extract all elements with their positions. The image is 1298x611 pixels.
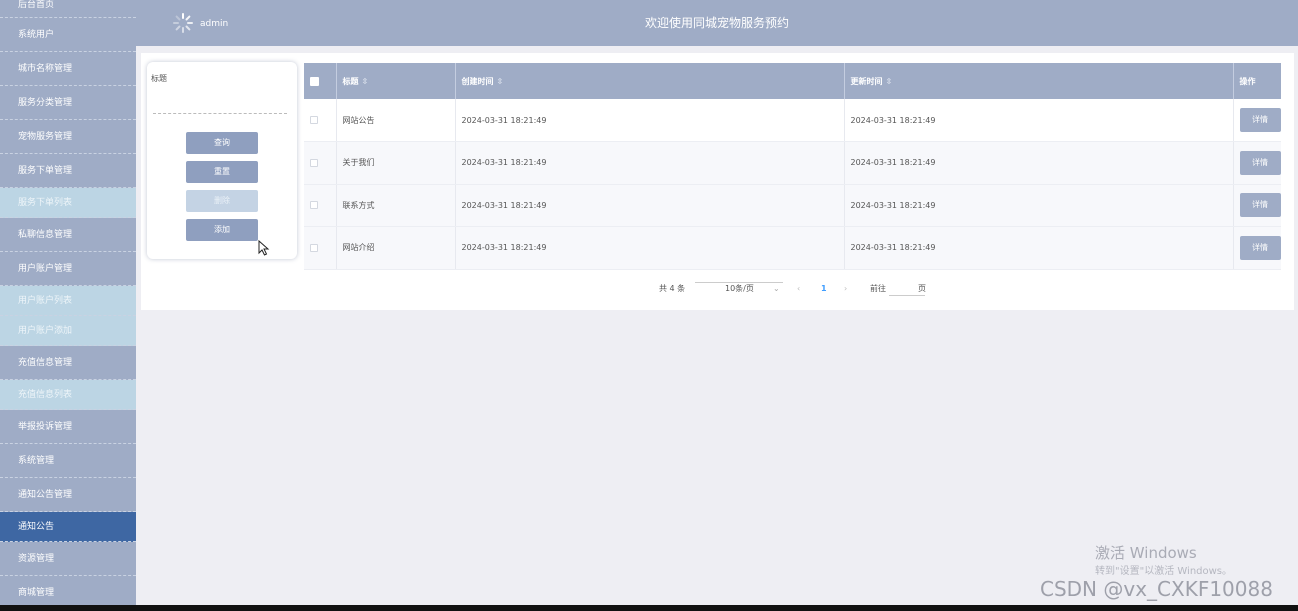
- cell-updated: 2024-03-31 18:21:49: [844, 184, 1234, 227]
- page-title: 欢迎使用同城宠物服务预约: [644, 16, 789, 30]
- sidebar-item-pet-services[interactable]: 宠物服务管理: [0, 120, 136, 154]
- header-created[interactable]: 创建时间 ⇳: [455, 63, 845, 99]
- sidebar-item-user-accounts[interactable]: 用户账户管理: [0, 252, 136, 286]
- sidebar-item-notice[interactable]: 通知公告: [0, 512, 136, 542]
- next-page-icon[interactable]: ›: [844, 282, 847, 296]
- select-all-header: [304, 63, 337, 99]
- notice-table: 标题 ⇳ 创建时间 ⇳ 更新时间 ⇳ 操作 网站公告 2024-03-31 18:21…: [304, 63, 1281, 270]
- sidebar-item-service-categories[interactable]: 服务分类管理: [0, 86, 136, 120]
- cell-title: 网站介绍: [336, 226, 456, 270]
- detail-button[interactable]: 详情: [1239, 150, 1281, 175]
- header-title[interactable]: 标题 ⇳: [336, 63, 456, 99]
- row-checkbox-cell: [304, 226, 337, 270]
- sort-icon[interactable]: ⇳: [497, 77, 504, 86]
- sidebar: 后台首页 系统用户 城市名称管理 服务分类管理 宠物服务管理 服务下单管理 服务…: [0, 0, 136, 605]
- row-checkbox[interactable]: [310, 243, 318, 252]
- table-row: 网站介绍 2024-03-31 18:21:49 2024-03-31 18:2…: [304, 226, 1281, 270]
- table-row: 网站公告 2024-03-31 18:21:49 2024-03-31 18:2…: [304, 99, 1281, 142]
- cell-created: 2024-03-31 18:21:49: [455, 141, 845, 185]
- search-card: 标题 查询 重置 删除 添加: [147, 62, 297, 259]
- row-checkbox[interactable]: [310, 201, 318, 210]
- cell-title: 关于我们: [336, 141, 456, 185]
- bottom-bar: [0, 605, 1298, 611]
- cell-created: 2024-03-31 18:21:49: [455, 99, 845, 142]
- sidebar-item-resources[interactable]: 资源管理: [0, 542, 136, 576]
- mouse-cursor-icon: [258, 240, 270, 256]
- detail-button[interactable]: 详情: [1239, 108, 1281, 132]
- row-checkbox[interactable]: [310, 158, 318, 167]
- row-checkbox-cell: [304, 141, 337, 185]
- sidebar-item-city-names[interactable]: 城市名称管理: [0, 52, 136, 86]
- sidebar-item-private-messages[interactable]: 私聊信息管理: [0, 218, 136, 252]
- cell-action: 详情: [1233, 141, 1281, 185]
- goto-suffix: 页: [918, 284, 926, 293]
- sidebar-item-system[interactable]: 系统管理: [0, 444, 136, 478]
- cell-action: 详情: [1233, 184, 1281, 227]
- cell-action: 详情: [1233, 226, 1281, 270]
- query-button[interactable]: 查询: [186, 132, 258, 154]
- sidebar-item-recharge-list[interactable]: 充值信息列表: [0, 380, 136, 410]
- pagination-total: 共 4 条: [659, 284, 686, 293]
- row-checkbox[interactable]: [310, 116, 318, 124]
- sidebar-item-service-order-list[interactable]: 服务下单列表: [0, 188, 136, 218]
- windows-activation-title: 激活 Windows: [1095, 544, 1197, 562]
- main-panel: 标题 查询 重置 删除 添加 标题 ⇳ 创建时间 ⇳ 更新时间 ⇳ 操作 网站公告 2…: [141, 53, 1294, 310]
- cell-updated: 2024-03-31 18:21:49: [844, 226, 1234, 270]
- sidebar-item-service-orders[interactable]: 服务下单管理: [0, 154, 136, 188]
- cell-created: 2024-03-31 18:21:49: [455, 226, 845, 270]
- header-action: 操作: [1233, 63, 1281, 99]
- sidebar-item-mall[interactable]: 商城管理: [0, 576, 136, 605]
- cell-title: 联系方式: [336, 184, 456, 227]
- detail-button[interactable]: 详情: [1239, 193, 1281, 218]
- sidebar-item-system-users[interactable]: 系统用户: [0, 18, 136, 52]
- table-header-row: 标题 ⇳ 创建时间 ⇳ 更新时间 ⇳ 操作: [304, 63, 1281, 99]
- goto-prefix: 前往: [870, 284, 886, 293]
- chevron-down-icon: ⌄: [773, 284, 780, 293]
- csdn-watermark: CSDN @vx_CXKF10088: [1040, 577, 1273, 601]
- header-updated[interactable]: 更新时间 ⇳: [844, 63, 1234, 99]
- detail-button[interactable]: 详情: [1239, 235, 1281, 260]
- reset-button[interactable]: 重置: [186, 161, 258, 183]
- cell-updated: 2024-03-31 18:21:49: [844, 99, 1234, 142]
- title-search-input[interactable]: [153, 92, 287, 114]
- prev-page-icon[interactable]: ‹: [797, 282, 800, 296]
- windows-activation-hint: 转到"设置"以激活 Windows。: [1095, 566, 1233, 577]
- row-checkbox-cell: [304, 184, 337, 227]
- sidebar-item-user-account-add[interactable]: 用户账户添加: [0, 316, 136, 346]
- sidebar-item-recharge[interactable]: 充值信息管理: [0, 346, 136, 380]
- cell-updated: 2024-03-31 18:21:49: [844, 141, 1234, 185]
- sort-icon[interactable]: ⇳: [886, 77, 893, 86]
- table-row: 联系方式 2024-03-31 18:21:49 2024-03-31 18:2…: [304, 184, 1281, 227]
- sidebar-item-notice-management[interactable]: 通知公告管理: [0, 478, 136, 512]
- row-checkbox-cell: [304, 99, 337, 142]
- sidebar-item-user-account-list[interactable]: 用户账户列表: [0, 286, 136, 316]
- delete-button[interactable]: 删除: [186, 190, 258, 212]
- select-all-checkbox[interactable]: [310, 76, 319, 86]
- add-button[interactable]: 添加: [186, 219, 258, 241]
- sidebar-item-home[interactable]: 后台首页: [0, 0, 136, 18]
- cell-action: 详情: [1233, 99, 1281, 142]
- page-number-current[interactable]: 1: [821, 282, 827, 296]
- page-size-value: 10条/页: [725, 284, 754, 293]
- search-label: 标题: [151, 74, 167, 83]
- sort-icon[interactable]: ⇳: [362, 77, 369, 86]
- table-row: 关于我们 2024-03-31 18:21:49 2024-03-31 18:2…: [304, 141, 1281, 185]
- sidebar-item-complaints[interactable]: 举报投诉管理: [0, 410, 136, 444]
- header: admin 欢迎使用同城宠物服务预约: [136, 0, 1298, 46]
- cell-title: 网站公告: [336, 99, 456, 142]
- page-size-select[interactable]: 10条/页 ⌄: [695, 282, 783, 293]
- cell-created: 2024-03-31 18:21:49: [455, 184, 845, 227]
